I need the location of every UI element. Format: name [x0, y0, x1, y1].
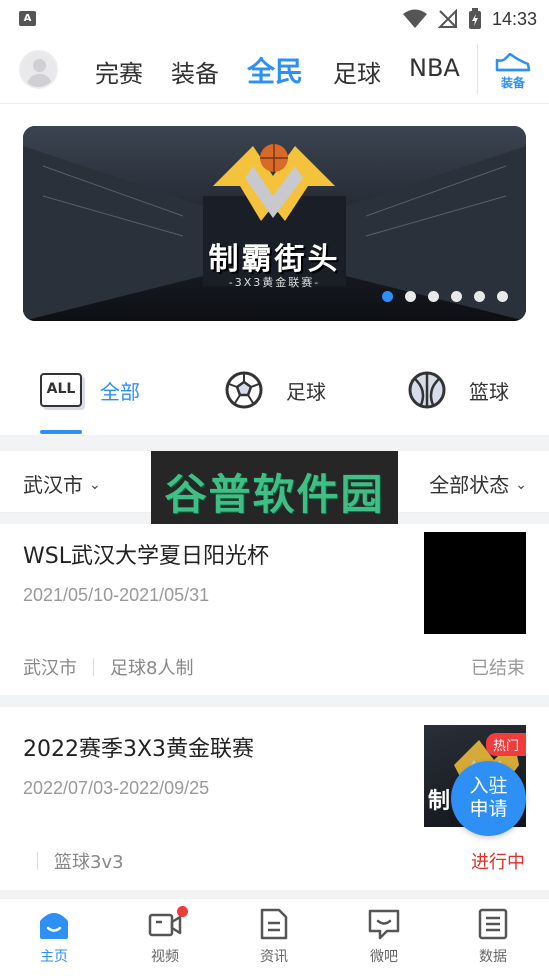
event-card[interactable]: WSL武汉大学夏日阳光杯 2021/05/10-2021/05/31 武汉市 足…	[0, 524, 549, 695]
event-dates: 2022/07/03-2022/09/25	[23, 778, 210, 798]
nav-tab-finished[interactable]: 完赛	[95, 54, 143, 89]
banner-dot[interactable]	[382, 291, 393, 302]
top-nav: 完赛 装备 全民 足球 NBA 装备	[0, 38, 549, 104]
bottom-nav-label: 微吧	[370, 949, 398, 965]
banner-dot[interactable]	[474, 291, 485, 302]
banner-dot[interactable]	[405, 291, 416, 302]
nav-divider	[477, 44, 478, 94]
basketball-icon	[408, 371, 446, 409]
bottom-nav-news[interactable]: 资讯	[239, 907, 309, 966]
news-icon	[260, 908, 288, 940]
join-apply-line2: 申请	[469, 798, 508, 820]
data-icon	[478, 908, 508, 940]
event-title: 2022赛季3X3黄金联赛	[23, 737, 255, 762]
active-tab-indicator	[40, 430, 82, 434]
soccer-ball-icon	[225, 371, 263, 409]
app-notification-icon: A	[19, 11, 36, 26]
equipment-shortcut-button[interactable]: 装备	[494, 52, 532, 92]
nav-tab-football[interactable]: 足球	[333, 54, 381, 89]
banner-subtitle: -3X3黄金联赛-	[228, 276, 321, 289]
bottom-nav-forum[interactable]: 微吧	[349, 907, 419, 966]
city-filter-value: 武汉市	[23, 473, 83, 497]
battery-icon	[468, 8, 481, 29]
banner-pagination	[382, 291, 508, 302]
event-city: 武汉市	[23, 658, 77, 679]
bottom-nav-data[interactable]: 数据	[458, 907, 528, 966]
bottom-nav: 主页 视频 资讯 微吧 数据	[0, 898, 549, 976]
all-icon: ALL	[40, 373, 82, 407]
notification-dot	[177, 906, 188, 917]
no-signal-icon	[437, 9, 457, 28]
bottom-nav-label: 资讯	[260, 949, 288, 965]
sport-tab-football[interactable]: 足球	[224, 370, 326, 410]
chevron-down-icon: ⌄	[515, 477, 527, 493]
event-status: 已结束	[471, 658, 525, 679]
nav-tab-everyone[interactable]: 全民	[247, 50, 303, 90]
banner-section: 制霸街头 -3X3黄金联赛-	[0, 104, 549, 336]
sport-category-tabs: ALL 全部 足球 篮球	[0, 336, 549, 435]
status-filter-dropdown[interactable]: 全部状态 ⌄	[429, 469, 527, 498]
status-icons: 14:33	[402, 8, 537, 30]
forum-icon	[368, 909, 400, 940]
nav-tab-nba[interactable]: NBA	[409, 54, 460, 82]
status-bar: A 14:33	[0, 0, 549, 38]
event-meta: 武汉市 足球8人制	[23, 654, 193, 680]
status-filter-value: 全部状态	[429, 473, 510, 497]
event-status: 进行中	[471, 852, 525, 873]
event-meta: 篮球3v3	[23, 848, 124, 874]
sport-tab-label: 篮球	[469, 379, 509, 404]
event-type: 篮球3v3	[54, 852, 124, 873]
sport-tab-all[interactable]: ALL 全部	[40, 370, 140, 410]
bottom-nav-home[interactable]: 主页	[19, 907, 89, 966]
event-title: WSL武汉大学夏日阳光杯	[23, 544, 269, 569]
home-icon	[40, 913, 68, 939]
clock: 14:33	[491, 8, 537, 29]
user-avatar[interactable]	[19, 50, 58, 89]
promo-banner[interactable]: 制霸街头 -3X3黄金联赛-	[23, 126, 526, 321]
nav-tab-equipment[interactable]: 装备	[171, 54, 219, 89]
sport-tab-label: 足球	[286, 379, 326, 404]
watermark-overlay: 谷普软件园	[151, 451, 398, 524]
event-dates: 2021/05/10-2021/05/31	[23, 585, 210, 605]
equipment-shortcut-label: 装备	[500, 76, 525, 90]
bottom-nav-video[interactable]: 视频	[130, 906, 200, 966]
sport-tab-basketball[interactable]: 篮球	[407, 370, 509, 410]
banner-title: 制霸街头	[208, 242, 341, 277]
join-apply-line1: 入驻	[469, 775, 508, 797]
wifi-icon	[402, 9, 427, 28]
banner-dot[interactable]	[428, 291, 439, 302]
thumbnail-text: 制	[428, 789, 451, 814]
bottom-nav-label: 数据	[479, 949, 507, 965]
event-thumbnail	[424, 532, 526, 634]
sport-tab-label: 全部	[100, 379, 140, 404]
watermark-text: 谷普软件园	[164, 470, 385, 519]
hot-badge: 热门	[485, 733, 526, 756]
banner-dot[interactable]	[497, 291, 508, 302]
sneaker-icon	[495, 52, 531, 72]
city-filter-dropdown[interactable]: 武汉市 ⌄	[23, 469, 101, 498]
event-type: 足球8人制	[110, 658, 194, 679]
bottom-nav-label: 主页	[40, 949, 68, 965]
banner-dot[interactable]	[451, 291, 462, 302]
chevron-down-icon: ⌄	[89, 477, 101, 493]
join-apply-button[interactable]: 入驻 申请	[451, 761, 526, 836]
bottom-nav-label: 视频	[151, 949, 179, 965]
